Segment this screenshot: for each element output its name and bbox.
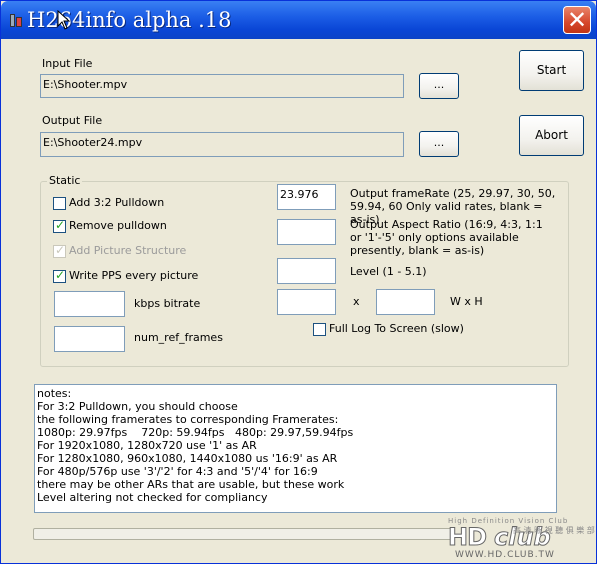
full-log-label: Full Log To Screen (slow) xyxy=(329,322,464,335)
progress-bar xyxy=(33,528,453,540)
add-picture-structure-label: Add Picture Structure xyxy=(69,244,187,257)
watermark-cjk: 高 清 晰 視 聽 俱 樂 部 xyxy=(513,526,595,535)
output-file-field[interactable]: E:\Shooter24.mpv xyxy=(40,132,404,157)
frame-rate-input[interactable]: 23.976 xyxy=(277,184,336,210)
browse-input-button[interactable]: ... xyxy=(419,73,459,99)
aspect-ratio-label: Output Aspect Ratio (16:9, 4:3, 1:1 or '… xyxy=(350,218,543,257)
level-input[interactable] xyxy=(277,258,336,284)
output-file-label: Output File xyxy=(42,114,103,127)
notes-line: Level altering not checked for complianc… xyxy=(37,491,268,504)
watermark-hd: HD xyxy=(447,523,487,552)
watermark-url: WWW.HD.CLUB.TW xyxy=(455,550,555,560)
num-ref-frames-input[interactable] xyxy=(54,326,125,352)
app-icon[interactable] xyxy=(8,13,24,29)
full-log-checkbox[interactable] xyxy=(313,323,326,336)
num-ref-frames-label: num_ref_frames xyxy=(134,331,223,344)
bitrate-label: kbps bitrate xyxy=(134,297,201,310)
application-window: H264info alpha .18 ✕ Input File E:\Shoot… xyxy=(0,0,597,564)
add-pulldown-label: Add 3:2 Pulldown xyxy=(69,196,165,209)
notes-line: For 480p/576p use '3'/'2' for 4:3 and '5… xyxy=(37,465,318,478)
aspect-ratio-input[interactable] xyxy=(277,219,336,245)
close-button[interactable]: ✕ xyxy=(563,6,591,34)
bitrate-input[interactable] xyxy=(54,291,125,317)
add-picture-structure-checkbox xyxy=(53,243,66,258)
notes-line: For 1280x1080, 960x1080, 1440x1080 us '1… xyxy=(37,452,338,465)
input-file-label: Input File xyxy=(42,57,93,70)
notes-line: 1080p: 29.97fps 720p: 59.94fps 480p: 29.… xyxy=(37,426,354,439)
input-file-field[interactable]: E:\Shooter.mpv xyxy=(40,74,404,98)
static-group-title: Static xyxy=(47,174,83,187)
notes-textarea[interactable]: notes: For 3:2 Pulldown, you should choo… xyxy=(34,384,557,513)
notes-line: For 3:2 Pulldown, you should choose xyxy=(37,400,238,413)
width-input[interactable] xyxy=(277,289,336,315)
write-pps-checkbox[interactable] xyxy=(53,268,66,283)
remove-pulldown-checkbox[interactable] xyxy=(53,218,66,233)
add-pulldown-checkbox[interactable] xyxy=(53,197,66,210)
size-label: W x H xyxy=(450,295,483,308)
mouse-pointer-icon xyxy=(57,10,71,30)
browse-output-button[interactable]: ... xyxy=(419,131,459,157)
title-bar[interactable]: H264info alpha .18 ✕ xyxy=(1,1,596,39)
height-input[interactable] xyxy=(376,289,435,315)
abort-button[interactable]: Abort xyxy=(519,115,584,156)
remove-pulldown-label: Remove pulldown xyxy=(69,219,167,232)
notes-line: For 1920x1080, 1280x720 use '1' as AR xyxy=(37,439,257,452)
write-pps-label: Write PPS every picture xyxy=(69,269,199,282)
size-separator: x xyxy=(353,295,360,308)
notes-line: the following framerates to correspondin… xyxy=(37,413,339,426)
notes-line: notes: xyxy=(37,387,72,400)
start-button[interactable]: Start xyxy=(519,50,584,91)
level-label: Level (1 - 5.1) xyxy=(350,265,427,278)
notes-line: there may be other ARs that are usable, … xyxy=(37,478,345,491)
